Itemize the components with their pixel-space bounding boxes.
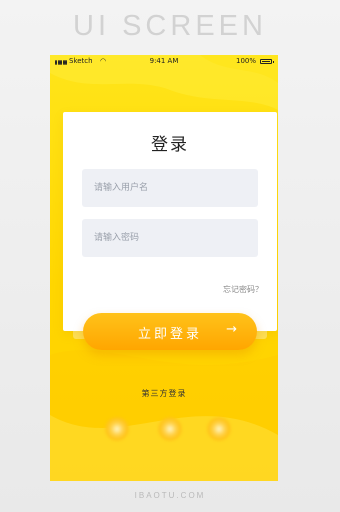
arrow-right-icon: →: [226, 322, 237, 337]
phone-screen: Sketch ◠ 9:41 AM 100% 登录 忘记密码？ 立即登录 → 第三…: [50, 55, 278, 481]
footer-watermark: IBAOTU.COM: [134, 491, 206, 500]
username-input[interactable]: [82, 169, 258, 207]
login-card: 登录 忘记密码？: [63, 112, 277, 331]
status-bar: Sketch ◠ 9:41 AM 100%: [50, 55, 278, 69]
password-input[interactable]: [82, 219, 258, 257]
login-button[interactable]: 立即登录 →: [83, 313, 257, 350]
third-party-login-icon-1[interactable]: [105, 417, 129, 441]
battery-icon: [260, 59, 274, 64]
battery-percent: 100%: [235, 57, 256, 65]
forgot-password-link[interactable]: 忘记密码？: [223, 284, 263, 295]
third-party-heading: 第三方登录: [141, 389, 187, 398]
brand-title: UI SCREEN: [73, 10, 267, 42]
third-party-login-icon-3[interactable]: [207, 417, 231, 441]
page-title: 登录: [151, 135, 189, 155]
third-party-login-icon-2[interactable]: [158, 417, 182, 441]
